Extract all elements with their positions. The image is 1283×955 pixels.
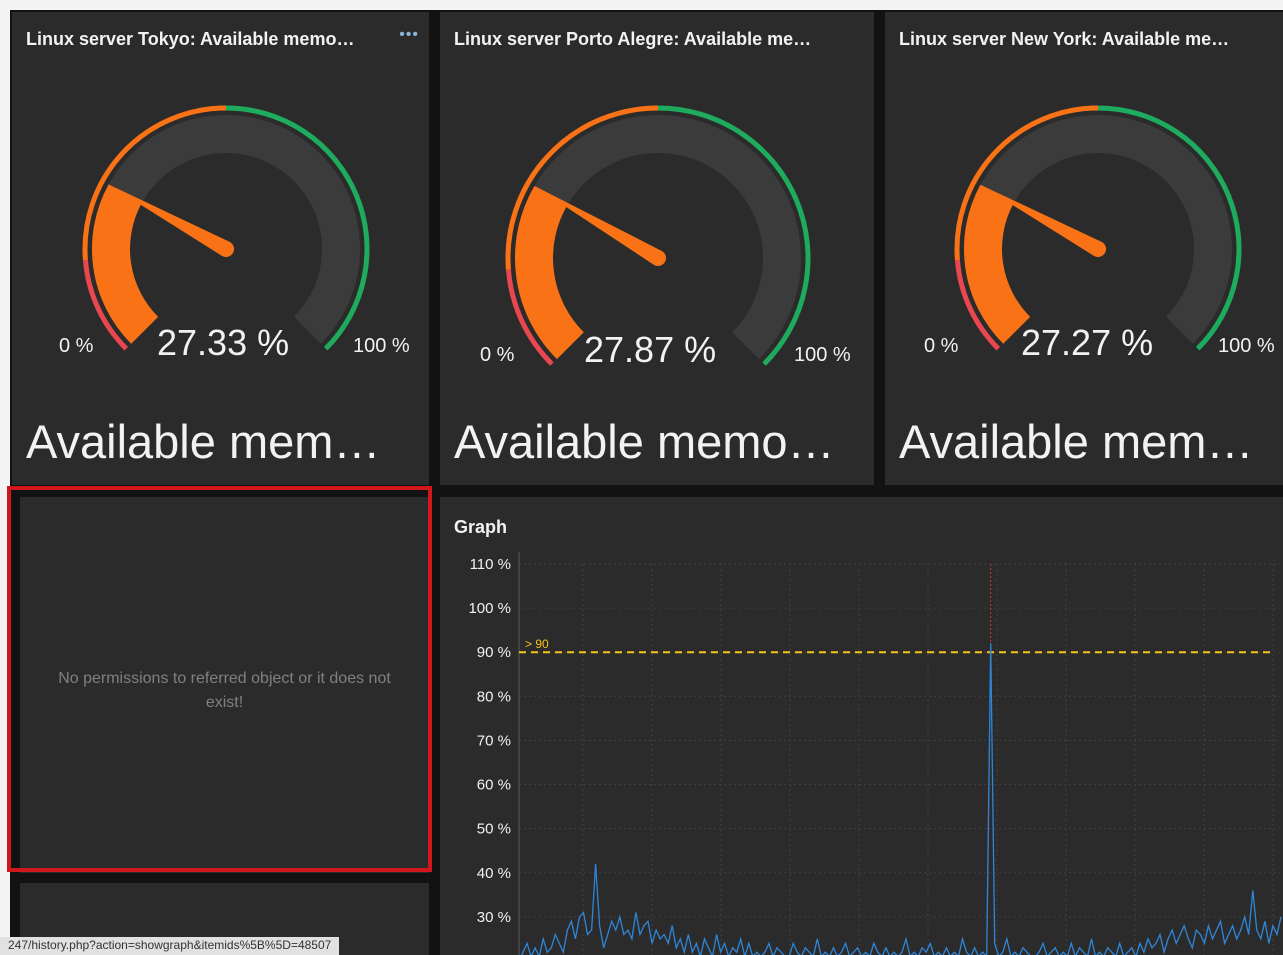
gauge-min-label: 0 % bbox=[480, 344, 515, 366]
error-message: No permissions to referred object or it … bbox=[58, 670, 391, 711]
y-tick-label: 50 % bbox=[477, 821, 511, 838]
gauge-value-arc bbox=[92, 184, 159, 344]
gauge-needle-hub bbox=[650, 250, 666, 266]
y-tick-label: 90 % bbox=[477, 644, 511, 661]
gauge-track bbox=[515, 115, 801, 360]
gauge-track bbox=[964, 115, 1232, 344]
gauge-min-label: 0 % bbox=[924, 335, 959, 357]
gauge-value: 27.27 % bbox=[1021, 322, 1154, 363]
gauge-min-label: 0 % bbox=[59, 335, 94, 357]
y-tick-label: 100 % bbox=[468, 600, 511, 617]
y-tick-label: 110 % bbox=[470, 556, 511, 573]
y-tick-label: 40 % bbox=[477, 865, 511, 882]
y-tick-label: 70 % bbox=[477, 732, 511, 749]
gauge-arcs bbox=[505, 105, 811, 366]
gauge-widget-porto-alegre[interactable]: Linux server Porto Alegre: Available me…… bbox=[440, 12, 874, 485]
gauge-needle-hub bbox=[218, 241, 234, 257]
graph-widget[interactable]: Graph 110 % 100 % 90 % 80 % 70 % 60 % 50 % 40 %… bbox=[440, 497, 1283, 955]
gauge-widget-tokyo[interactable]: Linux server Tokyo: Available memo… ••• … bbox=[12, 12, 429, 485]
gauge-description: Available memo… bbox=[454, 415, 835, 468]
gauge-widget-new-york[interactable]: Linux server New York: Available me… 0 %… bbox=[885, 12, 1283, 485]
gauge-track bbox=[92, 115, 360, 344]
y-tick-label: 60 % bbox=[477, 777, 511, 794]
gauge-arcs bbox=[82, 105, 370, 351]
graph-series-line bbox=[521, 643, 1282, 955]
y-tick-label: 80 % bbox=[477, 688, 511, 705]
graph-plot: 110 %100 %90 %80 %70 %60 %50 %40 %30 %20… bbox=[468, 552, 1283, 955]
gauge-needle-hub bbox=[1090, 241, 1106, 257]
threshold-label: > 90 bbox=[525, 637, 549, 651]
gauge-arcs bbox=[954, 105, 1242, 351]
gauge-max-label: 100 % bbox=[794, 344, 851, 366]
gauge-value: 27.87 % bbox=[584, 329, 717, 370]
status-bar-url: 247/history.php?action=showgraph&itemids… bbox=[0, 937, 340, 955]
gauge-value-arc bbox=[964, 184, 1031, 344]
gauge-description: Available mem… bbox=[899, 415, 1254, 468]
gauge-max-label: 100 % bbox=[353, 335, 410, 357]
dashboard-grid: Linux server Tokyo: Available memo… ••• … bbox=[10, 10, 1283, 955]
gauge-description: Available mem… bbox=[26, 415, 381, 468]
gauge-max-label: 100 % bbox=[1218, 335, 1275, 357]
y-tick-label: 30 % bbox=[477, 909, 511, 926]
error-widget[interactable]: No permissions to referred object or it … bbox=[20, 497, 429, 873]
gauge-value-arc bbox=[515, 185, 585, 360]
gauge-value: 27.33 % bbox=[157, 322, 290, 363]
